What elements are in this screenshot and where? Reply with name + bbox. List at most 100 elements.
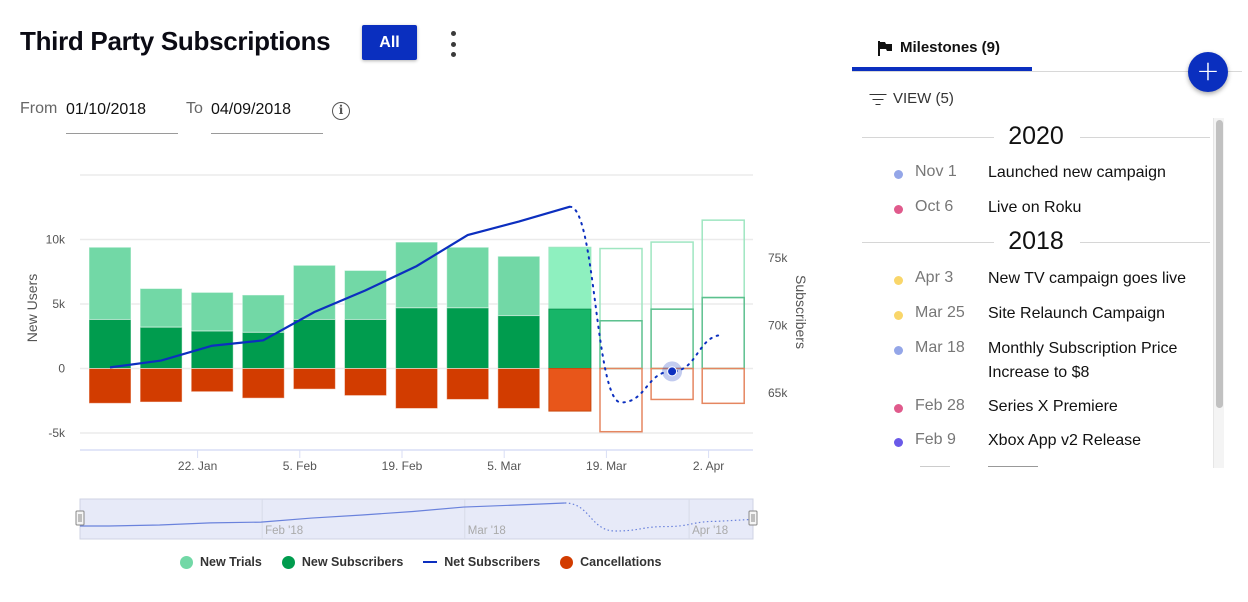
more-options-icon[interactable]	[444, 31, 462, 57]
milestone-title: Monthly Subscription Price Increase to $…	[988, 340, 1178, 381]
bar-new-trials	[650, 241, 694, 310]
milestone-date: Mar 25	[915, 304, 965, 321]
bar-cancellations	[395, 368, 439, 409]
bar-cancellations	[190, 368, 234, 393]
milestone-title: New TV campaign goes live	[988, 270, 1187, 287]
info-icon[interactable]: i	[332, 102, 350, 120]
milestone-date: Oct 6	[915, 198, 954, 215]
legend-dot-icon	[180, 555, 193, 569]
milestone-dot-icon	[894, 276, 903, 285]
view-filter-label: VIEW (5)	[893, 90, 954, 107]
x-tick-label: 5. Mar	[487, 459, 521, 473]
bar-new-trials	[88, 246, 132, 320]
legend-label: Cancellations	[580, 555, 662, 569]
milestone-dot-icon	[894, 170, 903, 179]
milestone-date: Apr 3	[915, 269, 954, 286]
milestone-item-clipped[interactable]	[862, 466, 1210, 468]
navigator: Feb '18 Mar '18 Apr '18	[75, 498, 758, 540]
bar-cancellations	[548, 368, 592, 412]
from-label: From	[20, 100, 58, 117]
to-date-input[interactable]	[211, 100, 323, 134]
y-tick-label: 10k	[46, 233, 66, 247]
y-tick-label: 0	[58, 362, 65, 376]
bar-new-subscribers	[292, 318, 336, 369]
milestone-dot-icon	[894, 346, 903, 355]
filter-all-button[interactable]: All	[362, 25, 417, 60]
tab-divider	[852, 71, 1242, 72]
from-date-input[interactable]	[66, 100, 178, 134]
add-milestone-button[interactable]: +	[1188, 52, 1228, 92]
filter-icon	[869, 92, 887, 106]
milestone-date: Mar 18	[915, 339, 965, 356]
milestone-dot-icon	[894, 205, 903, 214]
navigator-window	[79, 498, 754, 540]
y-tick-label: -5k	[48, 426, 66, 440]
view-filter-button[interactable]: VIEW (5)	[869, 90, 954, 107]
legend-dot-icon	[560, 555, 574, 569]
legend-item[interactable]: New Subscribers	[281, 555, 403, 569]
bar-new-subscribers	[497, 315, 541, 369]
flag-icon	[878, 41, 892, 56]
legend-item[interactable]: New Trials	[180, 555, 262, 569]
legend-line-icon	[423, 561, 438, 563]
bar-new-trials	[190, 291, 234, 332]
page-title: Third Party Subscriptions	[20, 26, 331, 56]
milestone-title: Xbox App v2 Release	[988, 432, 1141, 449]
navigator-right-handle[interactable]	[748, 510, 758, 526]
year-label: 2020	[1008, 122, 1064, 150]
x-tick-label: 22. Jan	[178, 459, 217, 473]
bar-new-trials	[139, 288, 183, 328]
chart-legend: New Trials New Subscribers Net Subscribers…	[180, 555, 661, 569]
bar-cancellations	[139, 368, 183, 403]
bar-cancellations	[292, 368, 336, 390]
right-axis-title: Subscribers	[793, 275, 809, 349]
legend-item[interactable]: Net Subscribers	[423, 555, 540, 569]
milestone-scrollbar[interactable]	[1213, 118, 1224, 468]
bar-new-subscribers	[344, 318, 387, 369]
legend-item[interactable]: Cancellations	[560, 555, 661, 569]
bar-new-trials	[548, 246, 592, 310]
year-divider: 2018	[862, 225, 1210, 259]
milestone-list: 2020 Nov 1 Launched new campaign Oct 6 Live …	[862, 118, 1210, 468]
x-tick-label: 19. Feb	[382, 459, 423, 473]
legend-label: Net Subscribers	[444, 555, 541, 569]
bar-series	[88, 219, 745, 433]
clipped-title	[988, 466, 1038, 467]
year-divider: 2020	[862, 120, 1210, 154]
bar-cancellations	[88, 368, 132, 404]
bar-cancellations	[497, 368, 541, 409]
bar-new-subscribers	[701, 296, 745, 370]
bar-new-subscribers	[88, 318, 132, 369]
bar-new-subscribers	[395, 307, 439, 369]
bar-new-trials	[344, 269, 387, 320]
bar-cancellations	[701, 367, 745, 405]
y2-tick-label: 70k	[768, 319, 788, 333]
scrollbar-thumb[interactable]	[1216, 120, 1223, 408]
milestone-date: Feb 28	[915, 397, 965, 414]
x-tick-label: 19. Mar	[586, 459, 627, 473]
x-tick-label: 5. Feb	[283, 459, 317, 473]
milestone-title: Launched new campaign	[988, 164, 1166, 181]
bar-new-trials	[599, 247, 643, 322]
bar-new-trials	[395, 241, 439, 309]
navigator-label: Apr '18	[692, 525, 728, 537]
bar-new-subscribers	[446, 307, 490, 369]
y2-tick-label: 75k	[768, 251, 788, 265]
bar-new-trials	[446, 246, 490, 309]
net-subscribers-point	[667, 366, 678, 377]
x-tick-label: 2. Apr	[693, 459, 724, 473]
milestone-dot-icon	[894, 438, 903, 447]
milestone-title: Live on Roku	[988, 199, 1082, 216]
navigator-label: Mar '18	[468, 525, 506, 537]
bar-cancellations	[344, 368, 387, 397]
navigator-label: Feb '18	[265, 525, 303, 537]
bar-new-trials	[241, 294, 285, 333]
tab-milestones-label: Milestones (9)	[900, 39, 1001, 56]
legend-dot-icon	[281, 555, 295, 569]
navigator-left-handle[interactable]	[75, 510, 85, 526]
bar-new-subscribers	[241, 331, 285, 370]
bar-new-subscribers	[548, 308, 592, 370]
to-label: To	[186, 100, 203, 117]
year-label: 2018	[1008, 227, 1064, 255]
bar-cancellations	[241, 368, 285, 399]
